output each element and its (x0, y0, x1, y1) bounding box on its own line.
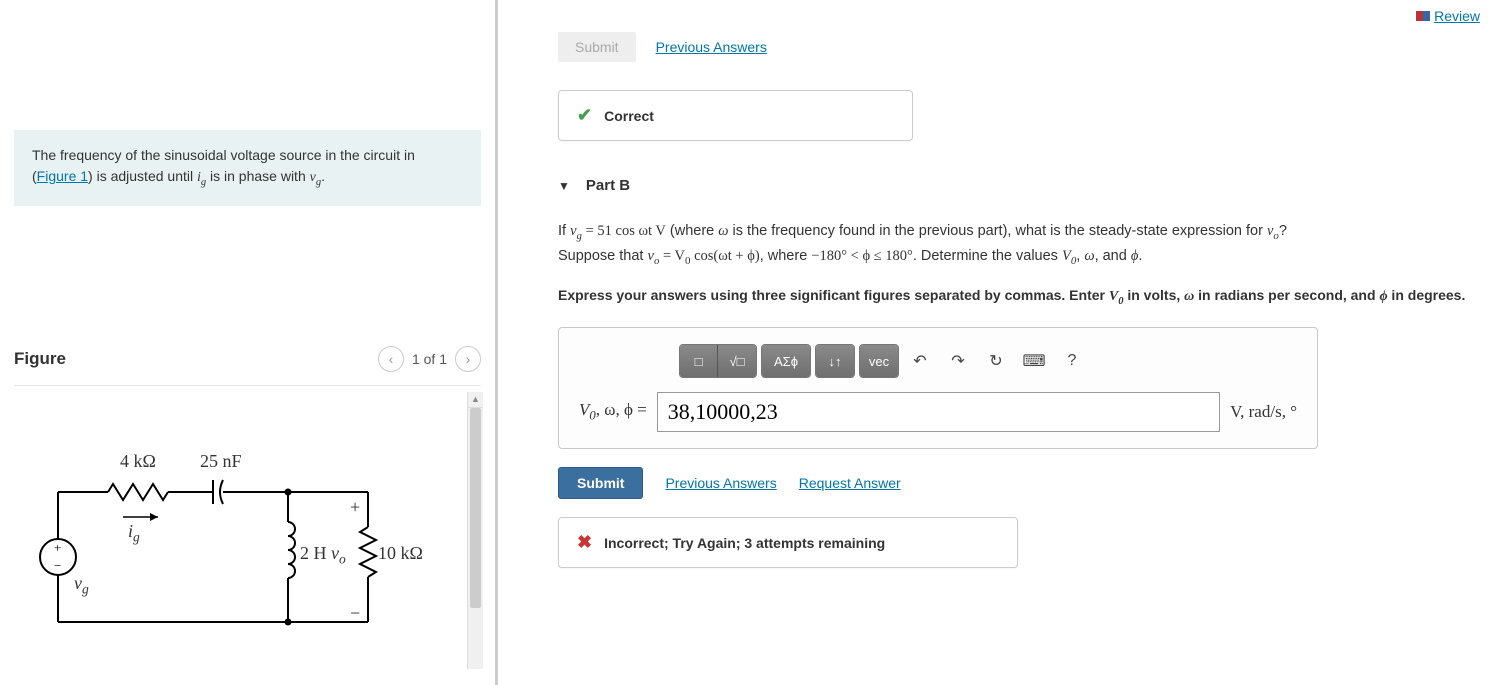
previous-answers-link-b[interactable]: Previous Answers (665, 475, 776, 491)
label-l1: 2 H vo (300, 543, 346, 568)
label-r2: 10 kΩ (378, 543, 423, 564)
feedback-text: Incorrect; Try Again; 3 attempts remaini… (604, 535, 885, 551)
equation-toolbar: □ √□ ΑΣϕ ↓↑ vec ↶ ↷ ↻ ⌨ ? (679, 344, 1297, 378)
label-c1: 25 nF (200, 451, 242, 472)
part-b-header[interactable]: ▼ Part B (558, 177, 1482, 194)
figure-next-button[interactable]: › (455, 346, 481, 372)
review-icon (1416, 11, 1430, 21)
tool-redo[interactable]: ↷ (941, 345, 975, 377)
tool-keyboard[interactable]: ⌨ (1017, 345, 1051, 377)
svg-text:+: + (54, 540, 61, 555)
submit-button[interactable]: Submit (558, 467, 643, 499)
figure-counter: 1 of 1 (412, 351, 447, 367)
label-ig: ig (128, 521, 140, 546)
figure-title: Figure (14, 349, 66, 369)
feedback-incorrect: ✖ Incorrect; Try Again; 3 attempts remai… (558, 517, 1018, 568)
problem-statement: The frequency of the sinusoidal voltage … (14, 130, 481, 206)
label-vg: vg (74, 573, 89, 598)
part-b-title: Part B (586, 177, 630, 194)
scroll-thumb[interactable] (470, 408, 481, 608)
feedback-correct: ✔ Correct (558, 90, 913, 141)
answer-label: V0, ω, ϕ = (579, 400, 647, 423)
caret-down-icon: ▼ (558, 179, 570, 193)
instruction-text: Express your answers using three signifi… (558, 285, 1482, 310)
variable-vg: vg (310, 170, 321, 185)
scroll-up-icon[interactable]: ▲ (468, 392, 483, 408)
question-text: If vg = 51 cos ωt V (where ω is the freq… (558, 220, 1482, 271)
problem-text: . (321, 168, 325, 184)
figure-link[interactable]: Figure 1 (37, 168, 88, 184)
problem-text: ) is adjusted until (88, 168, 197, 184)
figure-body: + − 4 kΩ 25 nF ig vg 2 H vo 10 kΩ + (14, 385, 481, 675)
tool-fraction[interactable]: √□ (718, 345, 756, 377)
tool-templates[interactable]: □ (680, 345, 718, 377)
answer-units: V, rad/s, ° (1230, 402, 1297, 422)
tool-help[interactable]: ? (1055, 345, 1089, 377)
figure-prev-button[interactable]: ‹ (378, 346, 404, 372)
label-minus: − (350, 603, 360, 624)
previous-answers-link[interactable]: Previous Answers (656, 39, 767, 55)
answer-box: □ √□ ΑΣϕ ↓↑ vec ↶ ↷ ↻ ⌨ ? V0, ω, ϕ (558, 327, 1318, 449)
variable-ig: ig (197, 170, 206, 185)
answer-input[interactable] (657, 392, 1220, 432)
tool-subscript[interactable]: ↓↑ (816, 345, 854, 377)
label-plus: + (350, 497, 360, 518)
review-link[interactable]: Review (1416, 8, 1480, 24)
tool-reset[interactable]: ↻ (979, 345, 1013, 377)
problem-text: is in phase with (206, 168, 310, 184)
submit-button-disabled: Submit (558, 32, 636, 62)
tool-undo[interactable]: ↶ (903, 345, 937, 377)
label-r1: 4 kΩ (120, 451, 156, 472)
svg-text:−: − (54, 558, 61, 573)
review-label: Review (1434, 8, 1480, 24)
figure-scrollbar[interactable]: ▲ (467, 392, 483, 669)
feedback-text: Correct (604, 108, 654, 124)
x-icon: ✖ (577, 532, 592, 553)
tool-vec[interactable]: vec (860, 345, 898, 377)
request-answer-link[interactable]: Request Answer (799, 475, 901, 491)
tool-greek[interactable]: ΑΣϕ (762, 345, 810, 377)
check-icon: ✔ (577, 105, 592, 126)
